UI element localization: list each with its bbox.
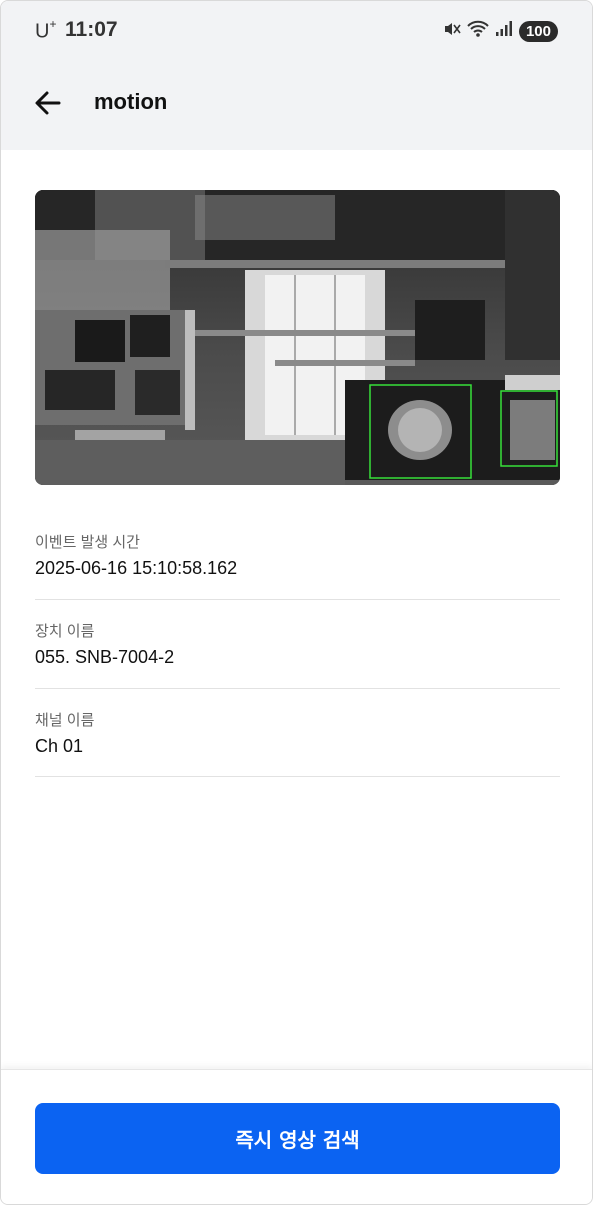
device-name-value: 055. SNB-7004-2 [35,647,175,667]
battery-indicator: 100 [518,20,558,42]
screen: U+ 11:07 100 motion 이벤트 발생 시간 2025-06-16… [0,0,593,1205]
back-button[interactable] [31,85,67,121]
instant-video-search-button[interactable]: 즉시 영상 검색 [35,1103,560,1174]
page-title: motion [94,89,168,114]
mute-icon [443,20,461,42]
device-name-row: 장치 이름 055. SNB-7004-2 [35,620,560,689]
event-time-value: 2025-06-16 15:10:58.162 [35,558,238,578]
bottom-action-bar: 즉시 영상 검색 [1,1069,592,1204]
channel-name-row: 채널 이름 Ch 01 [35,709,560,777]
app-bar: motion [1,63,592,150]
channel-name-value: Ch 01 [35,736,84,756]
status-icons: 100 [443,20,558,42]
clock: 11:07 [65,18,118,41]
event-time-row: 이벤트 발생 시간 2025-06-16 15:10:58.162 [35,531,560,600]
carrier-label: U+ [35,17,57,43]
signal-icon [495,20,513,42]
wifi-icon [467,20,489,42]
event-time-label: 이벤트 발생 시간 [35,534,140,551]
arrow-left-icon [35,91,61,115]
device-name-label: 장치 이름 [35,623,95,640]
event-snapshot-image[interactable] [35,190,560,485]
status-bar: U+ 11:07 100 [1,1,592,63]
channel-name-label: 채널 이름 [35,712,95,729]
